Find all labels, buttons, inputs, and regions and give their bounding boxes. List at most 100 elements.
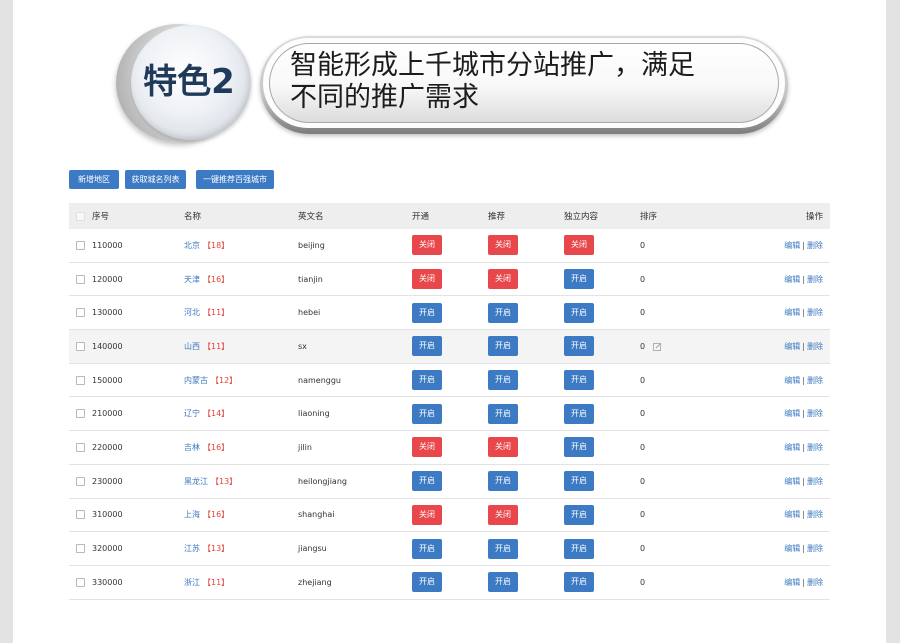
row-checkbox[interactable]: [76, 442, 85, 452]
header-code: 序号: [92, 212, 110, 222]
region-name-link[interactable]: 天津: [184, 274, 200, 285]
edit-link[interactable]: 编辑: [784, 408, 800, 419]
region-name-link[interactable]: 浙江: [184, 577, 200, 588]
row-checkbox[interactable]: [76, 510, 85, 520]
edit-link[interactable]: 编辑: [784, 341, 800, 352]
region-name-link[interactable]: 吉林: [184, 442, 200, 453]
independent-content-toggle-button[interactable]: 开启: [564, 336, 594, 357]
independent-content-toggle-button[interactable]: 开启: [564, 471, 594, 492]
actions-cell: 编辑 | 删除: [784, 499, 823, 532]
table-row[interactable]: 210000 辽宁 【14】 liaoning 开启 开启 开启 0 编辑 |: [69, 397, 830, 432]
table-row[interactable]: 110000 北京 【18】 beijing 关闭 关闭 关闭 0 编辑 | 删…: [69, 229, 830, 263]
sub-site-count: 【12】: [211, 375, 238, 385]
edit-link[interactable]: 编辑: [784, 476, 800, 487]
open-toggle-button[interactable]: 开启: [412, 538, 442, 559]
independent-content-toggle-button[interactable]: 开启: [564, 504, 594, 525]
table-row[interactable]: 330000 浙江 【11】 zhejiang 开启 开启 开启 0 编辑 |: [69, 566, 830, 600]
table-row[interactable]: 320000 江苏 【13】 jiangsu 开启 开启 开启 0 编辑 | 删…: [69, 532, 830, 566]
edit-link[interactable]: 编辑: [784, 509, 800, 520]
row-checkbox[interactable]: [76, 577, 85, 587]
recommend-toggle-button[interactable]: 开启: [488, 302, 518, 323]
delete-link[interactable]: 删除: [807, 577, 823, 588]
table-row[interactable]: 140000 山西 【11】 sx 开启 开启 开启 0 编辑 | 删除: [69, 330, 830, 364]
recommend-toggle-button[interactable]: 关闭: [488, 437, 518, 458]
sort-cell: 0: [640, 465, 645, 498]
table-row[interactable]: 230000 黑龙江 【13】 heilongjiang 开启 开启 开启 0 …: [69, 465, 830, 499]
open-toggle-button[interactable]: 关闭: [412, 235, 442, 256]
row-checkbox[interactable]: [76, 341, 85, 351]
region-name-link[interactable]: 江苏: [184, 543, 200, 554]
delete-link[interactable]: 删除: [807, 274, 823, 285]
open-toggle-button[interactable]: 开启: [412, 403, 442, 424]
row-checkbox[interactable]: [76, 308, 85, 318]
delete-link[interactable]: 删除: [807, 307, 823, 318]
delete-link[interactable]: 删除: [807, 240, 823, 251]
independent-content-toggle-button[interactable]: 开启: [564, 302, 594, 323]
edit-link[interactable]: 编辑: [784, 240, 800, 251]
independent-content-toggle-button[interactable]: 开启: [564, 572, 594, 593]
region-name-link[interactable]: 黑龙江: [184, 476, 208, 487]
recommend-top-cities-button[interactable]: 一键推荐百强城市: [196, 170, 274, 189]
region-name-link[interactable]: 河北: [184, 307, 200, 318]
table-row[interactable]: 130000 河北 【11】 hebei 开启 开启 开启 0 编辑 | 删除: [69, 296, 830, 331]
independent-content-toggle-button[interactable]: 开启: [564, 403, 594, 424]
select-all-checkbox[interactable]: [76, 211, 85, 221]
delete-link[interactable]: 删除: [807, 442, 823, 453]
independent-content-toggle-button[interactable]: 开启: [564, 370, 594, 391]
edit-link[interactable]: 编辑: [784, 442, 800, 453]
open-toggle-button[interactable]: 开启: [412, 370, 442, 391]
recommend-toggle-button[interactable]: 开启: [488, 403, 518, 424]
open-toggle-button[interactable]: 开启: [412, 572, 442, 593]
row-checkbox[interactable]: [76, 274, 85, 284]
table-row[interactable]: 310000 上海 【16】 shanghai 关闭 关闭 开启 0 编辑 |: [69, 499, 830, 533]
recommend-toggle-button[interactable]: 关闭: [488, 504, 518, 525]
table-row[interactable]: 220000 吉林 【16】 jilin 关闭 关闭 开启 0 编辑 | 删除: [69, 431, 830, 465]
table-row[interactable]: 120000 天津 【16】 tianjin 关闭 关闭 开启 0 编辑 | 删…: [69, 263, 830, 297]
edit-link[interactable]: 编辑: [784, 577, 800, 588]
recommend-toggle-button[interactable]: 开启: [488, 370, 518, 391]
region-english-name: heilongjiang: [298, 476, 347, 486]
delete-link[interactable]: 删除: [807, 509, 823, 520]
add-region-button[interactable]: 新增地区: [69, 170, 119, 189]
edit-link[interactable]: 编辑: [784, 274, 800, 285]
row-checkbox[interactable]: [76, 476, 85, 486]
open-toggle-button[interactable]: 开启: [412, 302, 442, 323]
recommend-toggle-button[interactable]: 开启: [488, 538, 518, 559]
table-row[interactable]: 150000 内蒙古 【12】 namenggu 开启 开启 开启 0 编辑 |…: [69, 364, 830, 398]
open-toggle-button[interactable]: 开启: [412, 471, 442, 492]
recommend-toggle-button[interactable]: 开启: [488, 471, 518, 492]
independent-content-toggle-button[interactable]: 开启: [564, 269, 594, 290]
edit-link[interactable]: 编辑: [784, 375, 800, 386]
open-toggle-button[interactable]: 关闭: [412, 269, 442, 290]
sort-value: 0: [640, 240, 646, 250]
region-name-link[interactable]: 辽宁: [184, 408, 200, 419]
open-toggle-button[interactable]: 关闭: [412, 437, 442, 458]
region-name-link[interactable]: 内蒙古: [184, 375, 208, 386]
region-name-link[interactable]: 山西: [184, 341, 200, 352]
independent-content-toggle-button[interactable]: 开启: [564, 437, 594, 458]
edit-icon[interactable]: [653, 342, 662, 351]
delete-link[interactable]: 删除: [807, 543, 823, 554]
delete-link[interactable]: 删除: [807, 476, 823, 487]
independent-content-toggle-button[interactable]: 关闭: [564, 235, 594, 256]
row-checkbox[interactable]: [76, 409, 85, 419]
recommend-toggle-button[interactable]: 关闭: [488, 269, 518, 290]
region-name-link[interactable]: 上海: [184, 509, 200, 520]
region-name-link[interactable]: 北京: [184, 240, 200, 251]
recommend-toggle-button[interactable]: 开启: [488, 336, 518, 357]
fetch-list-button[interactable]: 获取城名列表: [125, 170, 186, 189]
row-checkbox[interactable]: [76, 240, 85, 250]
open-toggle-button[interactable]: 关闭: [412, 504, 442, 525]
delete-link[interactable]: 删除: [807, 341, 823, 352]
independent-content-toggle-button[interactable]: 开启: [564, 538, 594, 559]
delete-link[interactable]: 删除: [807, 408, 823, 419]
open-toggle-button[interactable]: 开启: [412, 336, 442, 357]
edit-link[interactable]: 编辑: [784, 543, 800, 554]
row-checkbox[interactable]: [76, 544, 85, 554]
row-checkbox[interactable]: [76, 375, 85, 385]
header-english-name: 英文名: [298, 212, 324, 222]
recommend-toggle-button[interactable]: 开启: [488, 572, 518, 593]
edit-link[interactable]: 编辑: [784, 307, 800, 318]
delete-link[interactable]: 删除: [807, 375, 823, 386]
recommend-toggle-button[interactable]: 关闭: [488, 235, 518, 256]
